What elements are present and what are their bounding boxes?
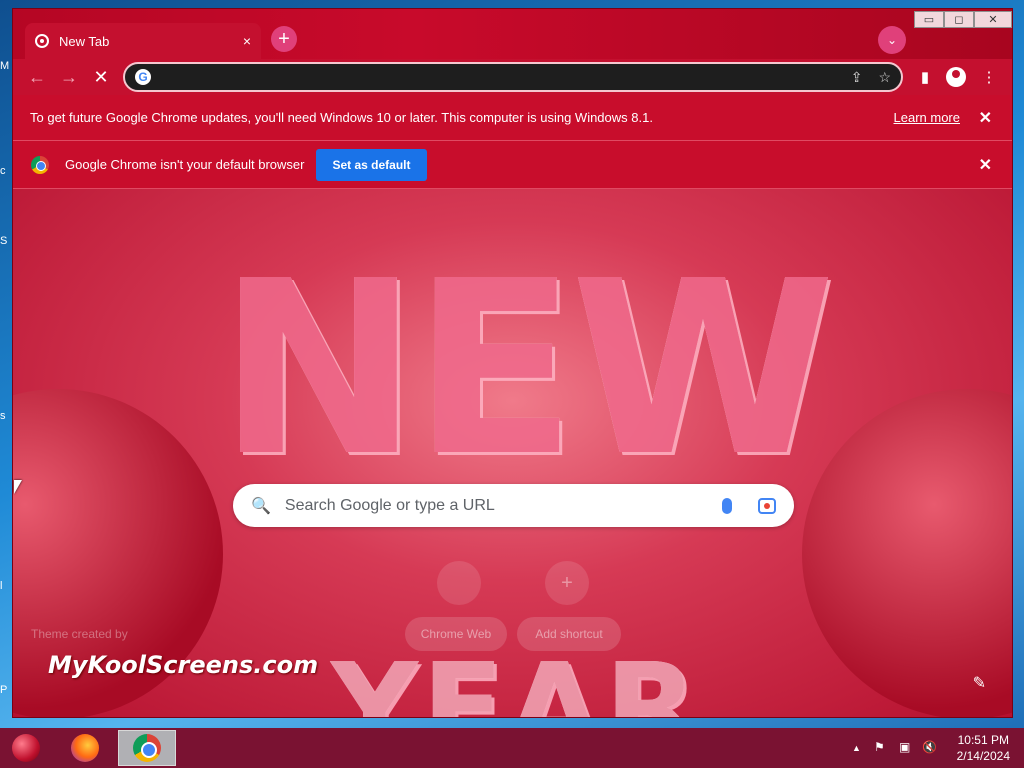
address-input[interactable]	[159, 69, 835, 85]
ornament-right	[802, 389, 1012, 717]
desktop-icon-label[interactable]: M	[0, 60, 10, 74]
clock-date: 2/14/2024	[956, 749, 1010, 763]
forward-button[interactable]: →	[57, 65, 81, 89]
back-button[interactable]: ←	[25, 65, 49, 89]
learn-more-link[interactable]: Learn more	[894, 110, 960, 125]
default-browser-message: Google Chrome isn't your default browser	[65, 157, 305, 172]
chrome-window: ▭ ◻ ✕ New Tab × + ⌄ ← → ✕ G ⇪ ☆ ▮ ⋮ To g…	[12, 8, 1013, 718]
close-window-button[interactable]: ✕	[974, 11, 1012, 28]
bookmark-star-icon[interactable]: ☆	[878, 69, 891, 86]
toolbar: ← → ✕ G ⇪ ☆ ▮ ⋮	[13, 59, 1012, 95]
share-icon[interactable]: ⇪	[851, 69, 863, 86]
stop-loading-button[interactable]: ✕	[89, 65, 113, 89]
mouse-cursor-icon	[14, 480, 22, 494]
update-infobar: To get future Google Chrome updates, you…	[13, 95, 1012, 141]
title-bar[interactable]: ▭ ◻ ✕ New Tab × + ⌄	[13, 9, 1012, 59]
microphone-icon[interactable]	[722, 497, 732, 514]
clock-time: 10:51 PM	[957, 733, 1009, 747]
background-text-new: NEW	[218, 229, 836, 509]
set-as-default-button[interactable]: Set as default	[316, 148, 427, 181]
maximize-button[interactable]: ◻	[944, 11, 974, 28]
tab-title: New Tab	[59, 33, 110, 49]
desktop-icon-label[interactable]: S	[0, 235, 10, 249]
desktop-icon-label[interactable]: l	[0, 580, 10, 594]
desktop-icon-label[interactable]: c	[0, 165, 10, 179]
volume-muted-icon[interactable]: 🔇	[922, 740, 937, 754]
google-icon: G	[135, 69, 151, 85]
shortcut-tile-icon[interactable]	[437, 561, 481, 605]
tab-search-button[interactable]: ⌄	[878, 26, 906, 54]
firefox-icon	[71, 734, 99, 762]
ntp-search-box[interactable]: 🔍 Search Google or type a URL	[233, 484, 794, 527]
new-tab-button[interactable]: +	[271, 26, 297, 52]
profile-button[interactable]	[944, 65, 968, 89]
taskbar-chrome[interactable]	[118, 730, 176, 766]
side-panel-icon[interactable]: ▮	[913, 65, 937, 89]
update-message: To get future Google Chrome updates, you…	[30, 110, 653, 125]
start-button[interactable]	[12, 734, 40, 762]
network-icon[interactable]: ▣	[899, 740, 910, 754]
chrome-icon	[133, 734, 161, 762]
close-update-infobar-icon[interactable]: ✕	[979, 108, 992, 128]
menu-button[interactable]: ⋮	[977, 65, 1001, 89]
theme-credit[interactable]: Theme created by	[31, 627, 128, 641]
close-default-infobar-icon[interactable]: ✕	[979, 155, 992, 175]
chrome-logo-icon	[31, 155, 49, 174]
watermark-brand: MyKoolScreens.com	[48, 651, 319, 679]
desktop-icon-label[interactable]: P	[0, 684, 10, 698]
new-tab-page: NEW YEAR 🔍 Search Google or type a URL +…	[13, 189, 1012, 718]
minimize-button[interactable]: ▭	[914, 11, 944, 28]
tab-new-tab[interactable]: New Tab ×	[25, 23, 261, 59]
taskbar-firefox[interactable]	[56, 730, 114, 766]
search-placeholder[interactable]: Search Google or type a URL	[285, 497, 722, 515]
background-text-year: YEAR	[331, 639, 702, 718]
tab-close-icon[interactable]: ×	[243, 33, 251, 49]
address-bar[interactable]: G ⇪ ☆	[123, 62, 903, 92]
taskbar: ▲ ⚑ ▣ 🔇 10:51 PM 2/14/2024	[0, 728, 1024, 768]
system-clock[interactable]: 10:51 PM 2/14/2024	[957, 732, 1010, 764]
customize-pencil-icon[interactable]: ✎	[973, 673, 986, 693]
shortcut-add[interactable]: Add shortcut	[517, 617, 621, 651]
tray-expand-icon[interactable]: ▲	[852, 743, 861, 753]
shortcut-chrome-web[interactable]: Chrome Web	[405, 617, 507, 651]
search-icon: 🔍	[251, 497, 271, 515]
avatar	[946, 67, 966, 87]
tab-favicon-icon	[35, 34, 49, 48]
action-center-flag-icon[interactable]: ⚑	[874, 740, 885, 754]
desktop-icon-label[interactable]: s	[0, 410, 10, 424]
google-lens-icon[interactable]	[758, 497, 776, 514]
add-shortcut-icon[interactable]: +	[545, 561, 589, 605]
default-browser-infobar: Google Chrome isn't your default browser…	[13, 141, 1012, 189]
